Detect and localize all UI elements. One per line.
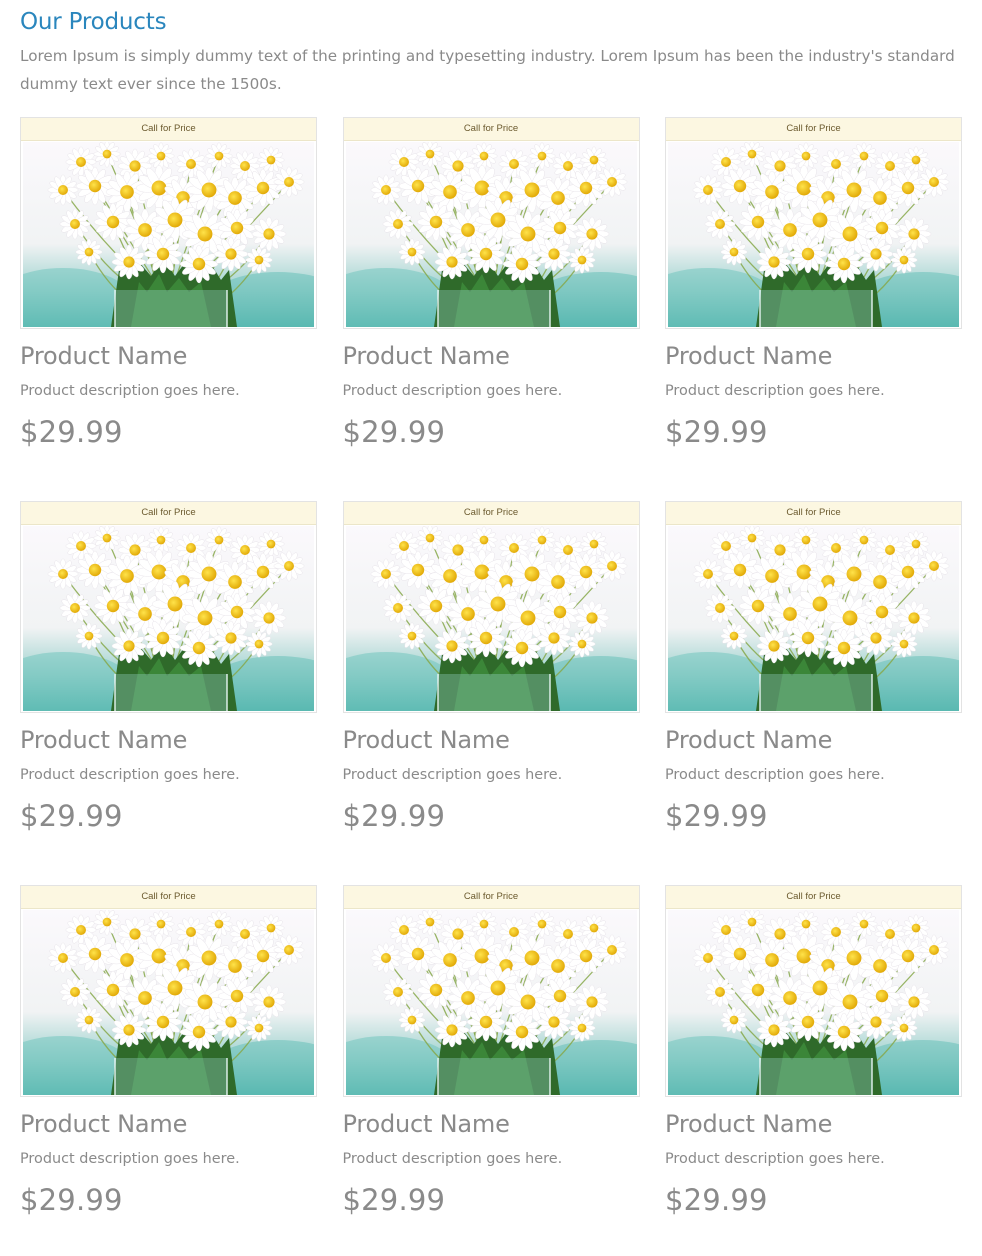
daisy-bouquet-photo[interactable] (345, 910, 637, 1095)
product-price: $29.99 (342, 415, 446, 449)
product-name[interactable]: Product Name (20, 724, 317, 756)
product-card[interactable]: Call for Price Product Name Product desc… (342, 501, 640, 834)
product-thumbnail[interactable]: Call for Price (342, 117, 640, 329)
product-description: Product description goes here. (665, 383, 885, 399)
product-price: $29.99 (20, 799, 123, 833)
product-name[interactable]: Product Name (343, 340, 640, 372)
call-for-price-banner[interactable]: Call for Price (21, 886, 316, 909)
product-card[interactable]: Call for Price Product Name Product desc… (20, 885, 317, 1218)
product-thumbnail[interactable]: Call for Price (665, 117, 962, 329)
product-thumbnail[interactable]: Call for Price (20, 117, 317, 329)
call-for-price-banner[interactable]: Call for Price (21, 118, 316, 141)
product-price: $29.99 (20, 1183, 123, 1217)
call-for-price-banner[interactable]: Call for Price (666, 118, 961, 141)
product-price: $29.99 (665, 1183, 768, 1217)
product-description: Product description goes here. (20, 767, 240, 783)
product-price: $29.99 (665, 415, 768, 449)
product-card[interactable]: Call for Price Product Name Product desc… (342, 117, 640, 450)
daisy-bouquet-photo[interactable] (345, 142, 637, 327)
product-name[interactable]: Product Name (665, 340, 962, 372)
product-card[interactable]: Call for Price Product Name Product desc… (20, 501, 317, 834)
product-name[interactable]: Product Name (343, 1108, 640, 1140)
product-price: $29.99 (342, 799, 446, 833)
section-title: Our Products (20, 9, 167, 35)
product-name[interactable]: Product Name (665, 1108, 962, 1140)
product-price: $29.99 (20, 415, 123, 449)
product-description: Product description goes here. (20, 383, 240, 399)
product-name[interactable]: Product Name (343, 724, 640, 756)
product-thumbnail[interactable]: Call for Price (665, 885, 962, 1097)
product-description: Product description goes here. (665, 767, 885, 783)
daisy-bouquet-photo[interactable] (345, 526, 637, 711)
product-description: Product description goes here. (20, 1151, 240, 1167)
call-for-price-banner[interactable]: Call for Price (21, 502, 316, 525)
call-for-price-banner[interactable]: Call for Price (666, 502, 961, 525)
daisy-bouquet-photo[interactable] (668, 142, 959, 327)
daisy-bouquet-photo[interactable] (23, 142, 314, 327)
product-thumbnail[interactable]: Call for Price (342, 885, 640, 1097)
daisy-bouquet-photo[interactable] (23, 526, 314, 711)
product-card[interactable]: Call for Price Product Name Product desc… (665, 501, 962, 834)
product-price: $29.99 (665, 799, 768, 833)
product-card[interactable]: Call for Price Product Name Product desc… (342, 885, 640, 1218)
product-thumbnail[interactable]: Call for Price (665, 501, 962, 713)
product-thumbnail[interactable]: Call for Price (342, 501, 640, 713)
daisy-bouquet-photo[interactable] (23, 910, 314, 1095)
section-intro: Lorem Ipsum is simply dummy text of the … (20, 47, 955, 93)
call-for-price-banner[interactable]: Call for Price (666, 886, 961, 909)
call-for-price-banner[interactable]: Call for Price (343, 502, 639, 525)
product-description: Product description goes here. (342, 1151, 563, 1167)
daisy-bouquet-photo[interactable] (668, 910, 959, 1095)
product-description: Product description goes here. (665, 1151, 885, 1167)
product-price: $29.99 (342, 1183, 446, 1217)
product-description: Product description goes here. (342, 383, 563, 399)
product-card[interactable]: Call for Price Product Name Product desc… (20, 117, 317, 450)
product-name[interactable]: Product Name (665, 724, 962, 756)
daisy-bouquet-photo[interactable] (668, 526, 959, 711)
product-grid: Call for Price Product Name Product desc… (20, 117, 962, 1218)
product-name[interactable]: Product Name (20, 340, 317, 372)
call-for-price-banner[interactable]: Call for Price (343, 118, 639, 141)
product-thumbnail[interactable]: Call for Price (20, 885, 317, 1097)
product-card[interactable]: Call for Price Product Name Product desc… (665, 885, 962, 1218)
product-thumbnail[interactable]: Call for Price (20, 501, 317, 713)
product-card[interactable]: Call for Price Product Name Product desc… (665, 117, 962, 450)
call-for-price-banner[interactable]: Call for Price (343, 886, 639, 909)
product-description: Product description goes here. (342, 767, 563, 783)
product-name[interactable]: Product Name (20, 1108, 317, 1140)
